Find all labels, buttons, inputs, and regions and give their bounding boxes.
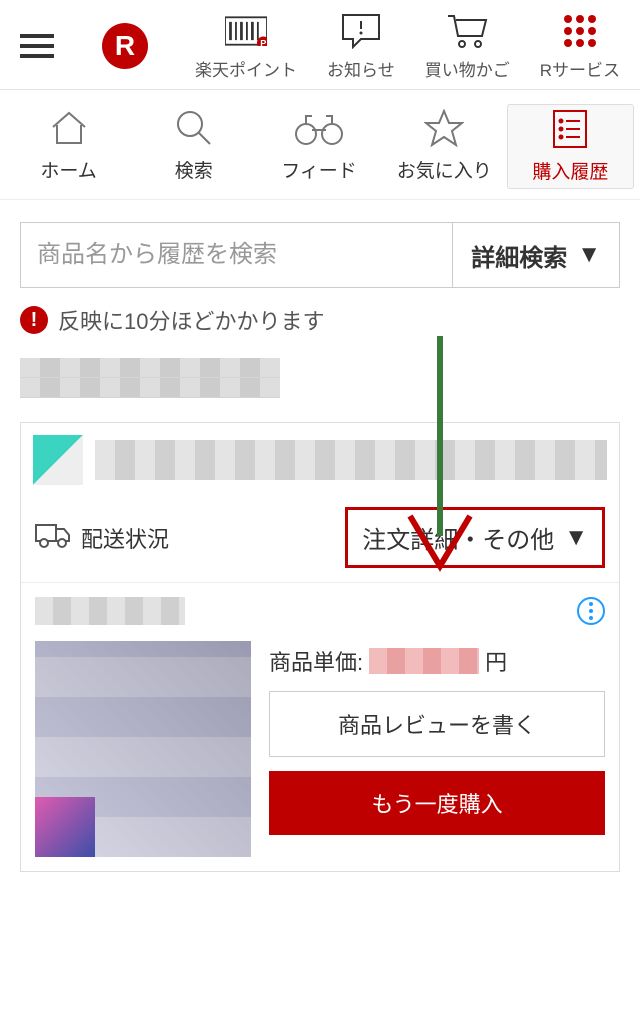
advanced-search-button[interactable]: 詳細検索 ▼ xyxy=(453,223,619,287)
notice-label: お知らせ xyxy=(327,56,395,81)
notice-icon xyxy=(340,10,382,52)
tab-home[interactable]: ホーム xyxy=(6,104,131,189)
binoculars-icon xyxy=(294,108,344,148)
shipping-status-link[interactable]: 配送状況 xyxy=(35,521,169,555)
tab-home-label: ホーム xyxy=(40,156,96,183)
tab-favorite-label: お気に入り xyxy=(397,156,492,183)
points-label: 楽天ポイント xyxy=(195,56,297,81)
notice-button[interactable]: お知らせ xyxy=(327,10,395,81)
search-icon xyxy=(174,108,214,148)
list-icon xyxy=(552,109,588,149)
caret-down-icon: ▼ xyxy=(564,524,588,552)
price-suffix: 円 xyxy=(485,645,507,677)
caret-down-icon: ▼ xyxy=(577,241,601,269)
tab-search[interactable]: 検索 xyxy=(131,104,256,189)
tab-history[interactable]: 購入履歴 xyxy=(507,104,634,189)
order-detail-button[interactable]: 注文詳細・その他 ▼ xyxy=(345,507,605,568)
rakuten-logo[interactable]: R xyxy=(102,23,148,69)
services-label: Rサービス xyxy=(540,56,620,81)
price-row: 商品単価: 円 xyxy=(269,645,605,677)
services-button[interactable]: Rサービス xyxy=(540,10,620,81)
search-row: 詳細検索 ▼ xyxy=(20,222,620,288)
grid-icon xyxy=(559,10,601,52)
write-review-button[interactable]: 商品レビューを書く xyxy=(269,691,605,757)
order-detail-label: 注文詳細・その他 xyxy=(362,520,554,555)
home-icon xyxy=(49,108,89,148)
truck-icon xyxy=(35,521,71,555)
redacted-item-name xyxy=(35,597,185,625)
redacted-item-image[interactable] xyxy=(35,641,251,857)
tab-history-label: 購入履歴 xyxy=(532,157,608,184)
tab-search-label: 検索 xyxy=(175,156,213,183)
shipping-status-label: 配送状況 xyxy=(81,522,169,554)
svg-text:P: P xyxy=(260,39,266,46)
redacted-date xyxy=(20,358,280,398)
more-menu-button[interactable] xyxy=(577,597,605,625)
tab-feed-label: フィード xyxy=(281,156,357,183)
redacted-price xyxy=(369,648,479,674)
menu-button[interactable] xyxy=(20,34,54,58)
order-card: 配送状況 注文詳細・その他 ▼ 商品単価: 円 商品レビューを書く もう一度購入 xyxy=(20,422,620,872)
tab-favorite[interactable]: お気に入り xyxy=(382,104,507,189)
shop-row[interactable] xyxy=(21,423,619,497)
tab-feed[interactable]: フィード xyxy=(256,104,381,189)
points-button[interactable]: P 楽天ポイント xyxy=(195,10,297,81)
alert-text: 反映に10分ほどかかります xyxy=(58,304,324,336)
price-label: 商品単価: xyxy=(269,645,363,677)
cart-label: 買い物かご xyxy=(425,56,510,81)
barcode-icon: P xyxy=(225,10,267,52)
alert-icon: ! xyxy=(20,306,48,334)
search-input[interactable] xyxy=(21,223,453,287)
buy-again-button[interactable]: もう一度購入 xyxy=(269,771,605,835)
cart-button[interactable]: 買い物かご xyxy=(425,10,510,81)
reflect-delay-alert: ! 反映に10分ほどかかります xyxy=(20,304,620,336)
advanced-search-label: 詳細検索 xyxy=(471,238,567,273)
shop-thumbnail xyxy=(33,435,83,485)
star-icon xyxy=(424,108,464,148)
redacted-shop-name xyxy=(95,440,607,480)
cart-icon xyxy=(446,10,488,52)
